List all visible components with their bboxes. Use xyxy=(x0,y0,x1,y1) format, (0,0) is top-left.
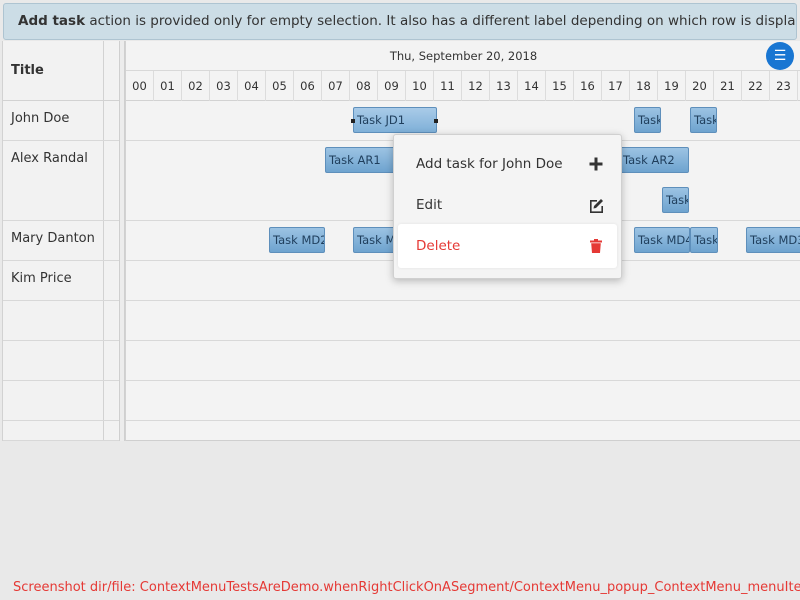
hour-cell: 11 xyxy=(434,71,462,101)
task-segment[interactable]: Task AR1 xyxy=(325,147,401,173)
context-menu: Add task for John Doe Edit Delete xyxy=(393,134,622,279)
hour-cell: 15 xyxy=(546,71,574,101)
hour-cell: 17 xyxy=(602,71,630,101)
task-label: Task MD4 xyxy=(638,233,690,247)
hour-cell: 03 xyxy=(210,71,238,101)
menu-item-delete[interactable]: Delete xyxy=(398,224,617,268)
hour-cell: 13 xyxy=(490,71,518,101)
title-column-header[interactable]: Title xyxy=(11,63,44,78)
chart-row[interactable] xyxy=(126,381,800,421)
hour-cell: 16 xyxy=(574,71,602,101)
task-label: Task AR1 xyxy=(329,153,381,167)
resource-table: Title John Doe Alex Randal Mary Danton K… xyxy=(2,41,119,441)
row-label: John Doe xyxy=(11,111,70,126)
banner-bold-text: Add task xyxy=(18,13,86,29)
hour-cell: 00 xyxy=(126,71,154,101)
empty-row[interactable] xyxy=(3,421,119,441)
task-label: Task JD1 xyxy=(357,113,406,127)
hour-cell: 10 xyxy=(406,71,434,101)
task-label: Task xyxy=(638,113,661,127)
chart-row[interactable] xyxy=(126,341,800,381)
menu-item-label: Delete xyxy=(416,238,461,254)
row-label: Alex Randal xyxy=(11,151,88,166)
hour-cell: 12 xyxy=(462,71,490,101)
resize-handle-left[interactable] xyxy=(351,119,355,123)
info-banner: Add task action is provided only for emp… xyxy=(3,3,797,40)
task-label: Task xyxy=(694,113,717,127)
edit-icon xyxy=(590,199,603,213)
banner-text: action is provided only for empty select… xyxy=(85,13,797,29)
hour-cell: 02 xyxy=(182,71,210,101)
hour-cell: 22 xyxy=(742,71,770,101)
task-label: Task xyxy=(694,233,718,247)
hour-cell: 18 xyxy=(630,71,658,101)
hour-cell: 07 xyxy=(322,71,350,101)
chart-row[interactable] xyxy=(126,301,800,341)
hour-cell: 05 xyxy=(266,71,294,101)
table-row[interactable]: Alex Randal xyxy=(3,141,119,221)
hour-cell: 06 xyxy=(294,71,322,101)
hour-cell: 09 xyxy=(378,71,406,101)
task-segment[interactable]: Task xyxy=(662,187,689,213)
task-segment[interactable]: Task JD1 xyxy=(353,107,437,133)
hour-cell: 14 xyxy=(518,71,546,101)
task-label: Task MD2 xyxy=(273,233,325,247)
table-row[interactable]: Mary Danton xyxy=(3,221,119,261)
resize-handle-right[interactable] xyxy=(434,119,438,123)
menu-item-edit[interactable]: Edit xyxy=(398,183,617,227)
hours-header: 00 01 02 03 04 05 06 07 08 09 10 11 12 13 14 15 16 17 18 19… xyxy=(126,71,800,101)
hour-cell: 08 xyxy=(350,71,378,101)
hour-cell: 20 xyxy=(686,71,714,101)
table-row[interactable]: John Doe xyxy=(3,101,119,141)
trash-icon xyxy=(590,239,602,253)
hour-cell: 21 xyxy=(714,71,742,101)
hour-cell: 04 xyxy=(238,71,266,101)
task-segment[interactable]: Task MD3 xyxy=(746,227,800,253)
debug-footer: Screenshot dir/file: ContextMenuTestsAre… xyxy=(13,580,800,595)
task-label: Task xyxy=(666,193,689,207)
hour-cell: 01 xyxy=(154,71,182,101)
table-row[interactable]: Kim Price xyxy=(3,261,119,301)
plus-icon xyxy=(589,157,603,171)
task-segment[interactable]: Task xyxy=(690,227,718,253)
task-label: Task MD3 xyxy=(750,233,800,247)
date-header: Thu, September 20, 2018 xyxy=(126,41,800,71)
empty-row[interactable] xyxy=(3,341,119,381)
task-segment[interactable]: Task MD2 xyxy=(269,227,325,253)
empty-row[interactable] xyxy=(3,381,119,421)
menu-item-add-task[interactable]: Add task for John Doe xyxy=(398,142,617,186)
menu-item-label: Add task for John Doe xyxy=(416,156,563,172)
hour-cell: 19 xyxy=(658,71,686,101)
hour-cell: 23 xyxy=(770,71,798,101)
task-label: Task AR2 xyxy=(623,153,675,167)
menu-button[interactable]: ☰ xyxy=(766,42,794,70)
hamburger-icon: ☰ xyxy=(773,48,787,64)
task-segment[interactable]: Task MD4 xyxy=(634,227,690,253)
task-segment[interactable]: Task xyxy=(690,107,717,133)
table-header: Title xyxy=(3,41,119,101)
row-label: Kim Price xyxy=(11,271,72,286)
task-segment[interactable]: Task xyxy=(634,107,661,133)
empty-row[interactable] xyxy=(3,301,119,341)
row-label: Mary Danton xyxy=(11,231,95,246)
menu-item-label: Edit xyxy=(416,197,443,213)
